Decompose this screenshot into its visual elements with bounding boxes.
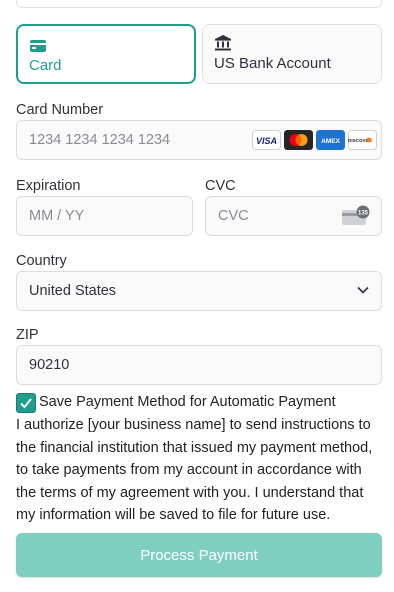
svg-text:VISA: VISA (256, 136, 277, 146)
save-payment-label[interactable]: Save Payment Method for Automatic Paymen… (39, 394, 336, 410)
country-select[interactable]: United States (16, 271, 382, 311)
expiration-field[interactable] (16, 196, 193, 236)
tab-card[interactable]: Card (16, 24, 196, 84)
bank-icon (214, 35, 232, 51)
cvc-label: CVC (205, 178, 236, 194)
mastercard-logo (284, 130, 313, 150)
checkmark-icon (20, 398, 32, 409)
amex-logo: AMEX (316, 130, 345, 150)
zip-label: ZIP (16, 327, 39, 343)
card-number-field[interactable]: VISA AMEX DISCOVER (16, 120, 382, 160)
payment-method-tabs: Card US Bank Account (16, 24, 382, 84)
cvc-card-icon: 135 (342, 205, 370, 225)
svg-text:135: 135 (358, 210, 369, 216)
authorization-text: I authorize [your business name] to send… (16, 417, 373, 523)
expiration-label: Expiration (16, 178, 81, 194)
visa-logo: VISA (252, 130, 281, 150)
tab-us-bank-account-label: US Bank Account (214, 55, 331, 72)
card-brands: VISA AMEX DISCOVER (252, 130, 377, 150)
card-number-label: Card Number (16, 102, 104, 118)
country-label: Country (16, 253, 67, 269)
cvc-field[interactable]: 135 (205, 196, 382, 236)
country-select-value: United States (29, 283, 117, 299)
expiration-input[interactable] (29, 208, 180, 224)
zip-field[interactable]: 90210 (16, 345, 382, 385)
process-payment-button[interactable]: Process Payment (16, 533, 382, 577)
svg-text:AMEX: AMEX (321, 138, 340, 145)
tab-us-bank-account[interactable]: US Bank Account (202, 24, 382, 84)
discover-logo: DISCOVER (348, 130, 377, 150)
save-payment-checkbox[interactable] (16, 393, 36, 413)
card-icon (29, 39, 47, 53)
previous-section-edge (16, 0, 382, 8)
tab-card-label: Card (29, 57, 62, 74)
zip-input-value: 90210 (29, 357, 70, 373)
chevron-down-icon (357, 286, 369, 294)
